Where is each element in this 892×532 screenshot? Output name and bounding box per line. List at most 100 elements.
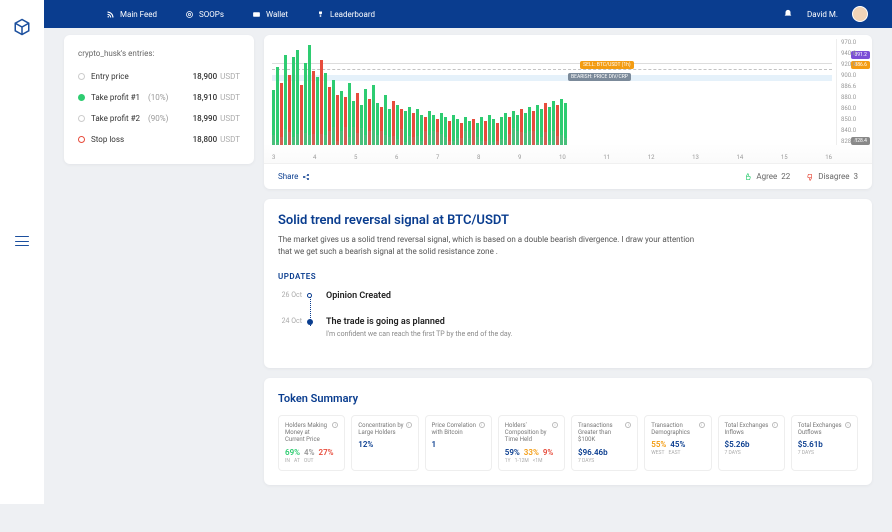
- username[interactable]: David M.: [807, 10, 838, 19]
- token-tile[interactable]: Holders Making Money at Current Pricei 69…: [278, 415, 345, 471]
- top-nav: Main Feed SOOPs Wallet Leaderboard David…: [44, 0, 892, 28]
- reversal-desc: The market gives us a solid trend revers…: [278, 234, 698, 258]
- token-tile[interactable]: Total Exchanges Outflowsi $5.61b7 DAYS: [791, 415, 858, 471]
- tile-title: Transaction Demographicsi: [651, 422, 704, 436]
- tile-sub: WEST: [651, 450, 664, 456]
- status-dot: [78, 136, 85, 143]
- status-dot: [78, 94, 85, 101]
- y-tick: 880.0: [841, 94, 870, 101]
- chart-card: SELL: BTC/USDT (1h) BEARISH: PRICE DIV/C…: [264, 35, 872, 189]
- info-icon[interactable]: i: [772, 422, 778, 428]
- tile-value: $5.26b: [725, 440, 750, 449]
- y-tick: 840.0: [841, 127, 870, 134]
- avatar[interactable]: [852, 6, 868, 22]
- x-tick: 15: [781, 154, 788, 161]
- x-tick: 16: [825, 154, 832, 161]
- agree-button[interactable]: Agree 22: [744, 172, 790, 181]
- tile-sub: 7 DAYS: [578, 458, 594, 464]
- target-icon: [185, 10, 194, 19]
- x-tick: 10: [559, 154, 566, 161]
- tile-sub: 7 DAYS: [798, 450, 814, 456]
- menu-icon[interactable]: [15, 236, 29, 246]
- wallet-icon: [252, 10, 261, 19]
- token-tile[interactable]: Total Exchanges Inflowsi$5.26b7 DAYS: [718, 415, 785, 471]
- x-tick: 4: [313, 154, 316, 161]
- entry-value: 18,910: [193, 93, 218, 102]
- info-icon[interactable]: i: [625, 422, 631, 428]
- token-tile[interactable]: Concentration by Large Holdersi12%: [351, 415, 418, 471]
- x-tick: 13: [692, 154, 699, 161]
- tl-dot: [307, 319, 313, 325]
- tile-sub: AT: [294, 458, 300, 464]
- entry-label: Entry price: [91, 72, 129, 81]
- nav-label: Wallet: [266, 10, 288, 19]
- nav-label: SOOPs: [199, 10, 224, 19]
- updates-label: UPDATES: [278, 272, 858, 281]
- tile-value: $5.61b: [798, 440, 823, 449]
- tl-desc: I'm confident we can reach the first TP …: [326, 330, 858, 338]
- y-tick: 886.6: [841, 83, 870, 90]
- y-tick: 940.0: [841, 50, 870, 57]
- tile-title: Holders Making Money at Current Pricei: [285, 422, 338, 444]
- token-tile[interactable]: Price Correlation with Bitcoini1: [425, 415, 492, 471]
- info-icon[interactable]: i: [845, 422, 851, 428]
- x-tick: 12: [648, 154, 655, 161]
- tl-date: 26 Oct: [278, 291, 302, 299]
- nav-leaderboard[interactable]: Leaderboard: [316, 10, 375, 19]
- sidebar: [0, 0, 44, 504]
- x-tick: 9: [518, 154, 521, 161]
- tile-value: 12%: [358, 440, 373, 449]
- tile-value: 27%: [319, 448, 334, 457]
- tile-value: 9%: [543, 448, 553, 457]
- info-icon[interactable]: i: [406, 422, 412, 428]
- x-tick: 5: [354, 154, 357, 161]
- timeline-item: 24 OctThe trade is going as plannedI'm c…: [326, 317, 858, 338]
- price-chart[interactable]: SELL: BTC/USDT (1h) BEARISH: PRICE DIV/C…: [264, 35, 872, 163]
- token-tile[interactable]: Transactions Greater than $100Ki$96.46b7…: [571, 415, 638, 471]
- x-tick: 7: [436, 154, 439, 161]
- info-icon[interactable]: i: [699, 422, 705, 428]
- disagree-button[interactable]: Disagree 3: [806, 172, 858, 181]
- tl-title: The trade is going as planned: [326, 317, 858, 327]
- tile-sub: 1-12M: [515, 458, 529, 464]
- token-title: Token Summary: [278, 392, 858, 405]
- entry-label: Take profit #2: [91, 114, 140, 123]
- nav-label: Leaderboard: [330, 10, 375, 19]
- entry-unit: USDT: [220, 135, 240, 144]
- token-tile[interactable]: Transaction Demographicsi55%45%WESTEAST: [644, 415, 711, 471]
- tile-value: 55%: [651, 440, 666, 449]
- y-tick: 828.4: [841, 138, 870, 145]
- tile-value: 69%: [285, 448, 300, 457]
- tile-title: Total Exchanges Outflowsi: [798, 422, 851, 436]
- entry-row: Take profit #1(10%)18,910USDT: [78, 87, 240, 108]
- tile-sub: EAST: [668, 450, 680, 456]
- info-icon[interactable]: i: [552, 422, 558, 428]
- info-icon[interactable]: i: [332, 422, 338, 428]
- nav-soops[interactable]: SOOPs: [185, 10, 224, 19]
- tile-value: 4%: [304, 448, 314, 457]
- share-button[interactable]: Share: [278, 172, 310, 181]
- info-icon[interactable]: i: [479, 422, 485, 428]
- entry-pct: (10%): [148, 93, 168, 102]
- nav-wallet[interactable]: Wallet: [252, 10, 288, 19]
- tl-dot: [307, 293, 312, 298]
- y-tick: 900.0: [841, 72, 870, 79]
- entry-row: Stop loss18,800USDT: [78, 129, 240, 150]
- y-tick: 970.0: [841, 39, 870, 46]
- y-tick: 850.0: [841, 116, 870, 123]
- status-dot: [78, 73, 85, 80]
- reversal-title: Solid trend reversal signal at BTC/USDT: [278, 213, 858, 228]
- nav-main-feed[interactable]: Main Feed: [106, 10, 157, 19]
- token-tile[interactable]: Holders' Composition by Time Heldi59%33%…: [498, 415, 565, 471]
- tile-title: Holders' Composition by Time Heldi: [505, 422, 558, 444]
- logo-icon[interactable]: [13, 18, 31, 36]
- bell-icon[interactable]: [783, 9, 793, 19]
- tile-title: Total Exchanges Inflowsi: [725, 422, 778, 436]
- tile-sub: <1M: [533, 458, 543, 464]
- thumbs-down-icon: [806, 173, 814, 181]
- tile-sub: OUT: [304, 458, 314, 464]
- tile-sub: IN: [285, 458, 290, 464]
- entry-value: 18,990: [193, 114, 218, 123]
- token-card: Token Summary Holders Making Money at Cu…: [264, 378, 872, 485]
- entry-value: 18,800: [193, 135, 218, 144]
